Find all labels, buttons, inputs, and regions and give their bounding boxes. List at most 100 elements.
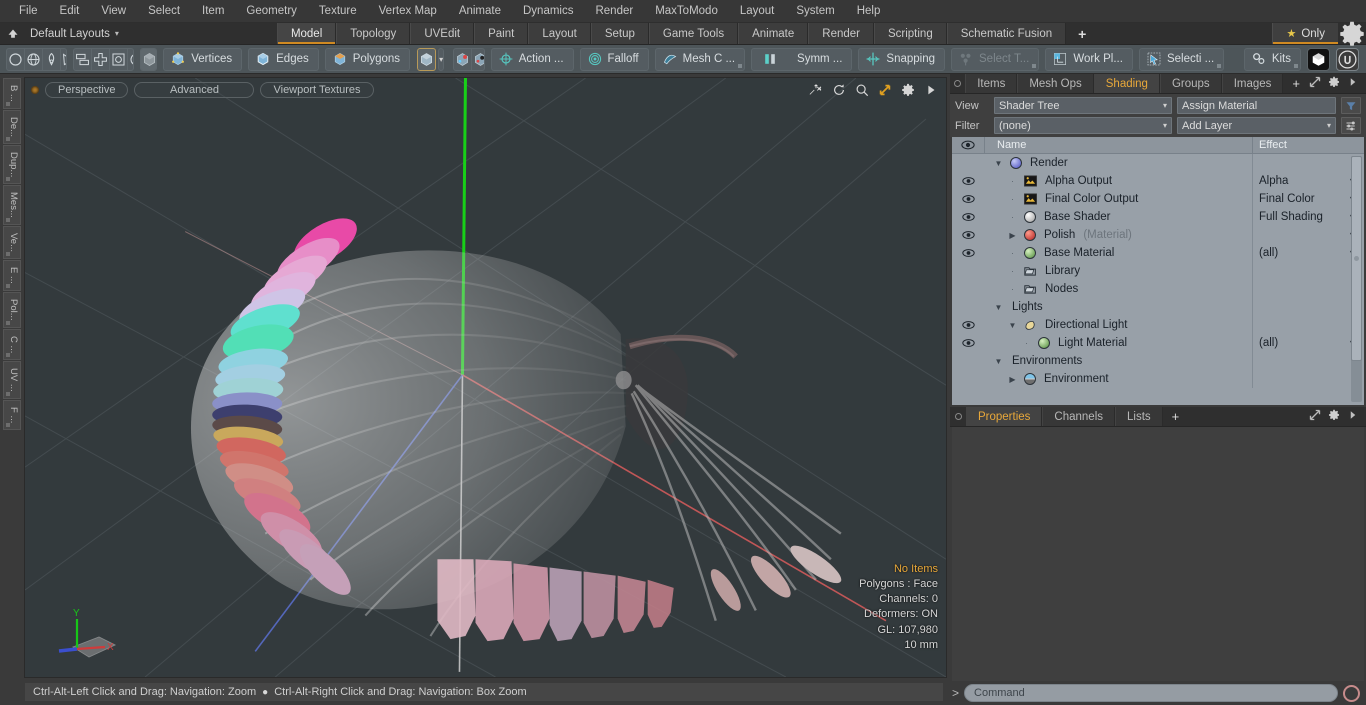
shader-tree-row[interactable]: ▼ Render [952, 154, 1364, 172]
fit-icon[interactable] [878, 83, 892, 100]
shader-effect-cell[interactable]: (all)▼ [1252, 334, 1364, 352]
list-options-icon[interactable] [1341, 117, 1361, 134]
select-through-button[interactable]: Select T... [951, 47, 1040, 71]
add-panel-tab-button[interactable]: + [1283, 74, 1309, 93]
selection-sets-button[interactable]: Selecti ... [1138, 47, 1225, 71]
pivot-icon[interactable] [472, 49, 484, 70]
layout-name-selector[interactable]: Default Layouts ▾ [26, 23, 129, 44]
panel-tab-shading[interactable]: Shading [1093, 74, 1160, 93]
scale-icon[interactable] [128, 49, 134, 70]
shader-effect-cell[interactable]: ▼ [1252, 226, 1364, 244]
eye-icon[interactable] [952, 194, 985, 204]
shader-effect-cell[interactable]: Alpha▼ [1252, 172, 1364, 190]
left-rail-tab-e[interactable]: E ... [3, 260, 21, 292]
twisty-open-icon[interactable]: ▼ [1007, 321, 1018, 330]
command-input[interactable]: Command [964, 684, 1338, 702]
shader-tree-row[interactable]: · Final Color Output Final Color▼ [952, 190, 1364, 208]
shader-tree-row[interactable]: · Nodes [952, 280, 1364, 298]
menu-item-vertex-map[interactable]: Vertex Map [368, 0, 448, 23]
curve-icon[interactable] [61, 49, 67, 70]
gear-icon[interactable] [1338, 21, 1366, 46]
twisty-open-icon[interactable]: ▼ [993, 357, 1004, 366]
shader-tree-row-name[interactable]: ▼ Lights [985, 298, 1252, 316]
panel-menu-dot[interactable] [950, 74, 965, 93]
work-plane-button[interactable]: Work Pl... [1045, 47, 1133, 71]
shader-tree-row[interactable]: ▶ Polish (Material) ▼ [952, 226, 1364, 244]
kits-button[interactable]: Kits [1243, 47, 1301, 71]
viewport-shading-selector[interactable]: Advanced [134, 82, 255, 98]
home-icon[interactable] [0, 23, 26, 44]
panel-tab-items[interactable]: Items [965, 74, 1018, 93]
layout-tab-game-tools[interactable]: Game Tools [648, 23, 739, 44]
shader-effect-cell[interactable]: (all)▼ [1252, 244, 1364, 262]
layout-tab-layout[interactable]: Layout [528, 23, 591, 44]
menu-item-animate[interactable]: Animate [448, 0, 512, 23]
menu-item-file[interactable]: File [8, 0, 49, 23]
left-rail-tab-dup[interactable]: Dup... [3, 144, 21, 185]
vertices-mode-button[interactable]: Vertices [163, 47, 243, 71]
center-pivot-icon[interactable] [454, 48, 473, 70]
expand-icon[interactable] [1309, 409, 1321, 424]
pan-icon[interactable] [809, 83, 823, 100]
menu-item-help[interactable]: Help [846, 0, 892, 23]
properties-menu-dot[interactable] [950, 407, 966, 426]
move-icon[interactable] [92, 48, 111, 70]
menu-item-maxtomodo[interactable]: MaxToModo [644, 0, 729, 23]
symmetry-button[interactable]: Symm ... [751, 47, 853, 71]
shader-tree-row-name[interactable]: ▼ Environments [985, 352, 1252, 370]
add-layout-tab-button[interactable]: + [1066, 23, 1098, 44]
rotate-view-icon[interactable] [832, 83, 846, 100]
menu-item-item[interactable]: Item [191, 0, 235, 23]
zoom-icon[interactable] [855, 83, 869, 100]
left-rail-tab-f[interactable]: F ... [3, 399, 21, 431]
mesh-constraint-button[interactable]: Mesh C ... [654, 47, 746, 71]
edges-mode-button[interactable]: Edges [248, 47, 319, 71]
left-rail-tab-de[interactable]: De... [3, 109, 21, 144]
panel-tab-images[interactable]: Images [1221, 74, 1284, 93]
shader-effect-cell[interactable]: Full Shading▼ [1252, 208, 1364, 226]
panel-tab-groups[interactable]: Groups [1159, 74, 1222, 93]
more-icon[interactable] [1347, 76, 1359, 91]
shader-effect-cell[interactable]: Final Color▼ [1252, 190, 1364, 208]
shader-tree-row-name[interactable]: · Base Material [985, 244, 1252, 262]
eye-icon[interactable] [952, 320, 985, 330]
menu-item-texture[interactable]: Texture [308, 0, 368, 23]
unreal-export-icon[interactable] [1336, 47, 1359, 71]
action-center-button[interactable]: Action ... [490, 47, 574, 71]
left-rail-tab-pol[interactable]: Pol... [3, 292, 21, 328]
menu-item-view[interactable]: View [90, 0, 137, 23]
panel-tab-mesh-ops[interactable]: Mesh Ops [1017, 74, 1094, 93]
left-rail-tab-b[interactable]: B ... [3, 78, 21, 109]
view-dropdown[interactable]: Shader Tree ▾ [994, 97, 1172, 114]
menu-item-dynamics[interactable]: Dynamics [512, 0, 584, 23]
viewport-gear-icon[interactable] [901, 83, 915, 100]
perspective-viewport[interactable]: Perspective Advanced Viewport Textures Y… [24, 77, 947, 678]
shader-tree-row-name[interactable]: · Base Shader [985, 208, 1252, 226]
menu-item-system[interactable]: System [785, 0, 845, 23]
left-rail-tab-mes[interactable]: Mes... [3, 185, 21, 226]
assign-material-field[interactable]: Assign Material [1177, 97, 1336, 114]
layout-tab-uvedit[interactable]: UVEdit [410, 23, 475, 44]
shader-tree-row[interactable]: · Alpha Output Alpha▼ [952, 172, 1364, 190]
twisty-open-icon[interactable]: ▼ [993, 159, 1004, 168]
mirror-icon[interactable] [74, 48, 93, 70]
left-rail-tab-c[interactable]: C ... [3, 328, 21, 361]
viewport-textures-selector[interactable]: Viewport Textures [260, 82, 374, 98]
properties-tab-lists[interactable]: Lists [1115, 407, 1163, 426]
column-header-name[interactable]: Name [985, 137, 1252, 153]
shader-tree-row-name[interactable]: ▶ Polish (Material) [985, 226, 1252, 244]
layout-tab-setup[interactable]: Setup [590, 23, 649, 44]
chevron-down-icon[interactable]: ▾ [438, 47, 445, 71]
gear-icon[interactable] [1328, 76, 1340, 91]
shader-tree-row[interactable]: ▶ Environment [952, 370, 1364, 388]
eye-icon[interactable] [952, 230, 985, 240]
shader-tree-row[interactable]: · Library [952, 262, 1364, 280]
layout-tab-render[interactable]: Render [808, 23, 874, 44]
viewport-view-selector[interactable]: Perspective [45, 82, 129, 98]
left-rail-tab-uv[interactable]: UV ... [3, 361, 21, 399]
menu-item-select[interactable]: Select [137, 0, 191, 23]
only-toggle-button[interactable]: ★ Only [1272, 23, 1338, 44]
pen-icon[interactable] [43, 48, 61, 70]
shader-tree-row-name[interactable]: · Library [985, 262, 1252, 280]
more-icon[interactable] [1347, 409, 1359, 424]
